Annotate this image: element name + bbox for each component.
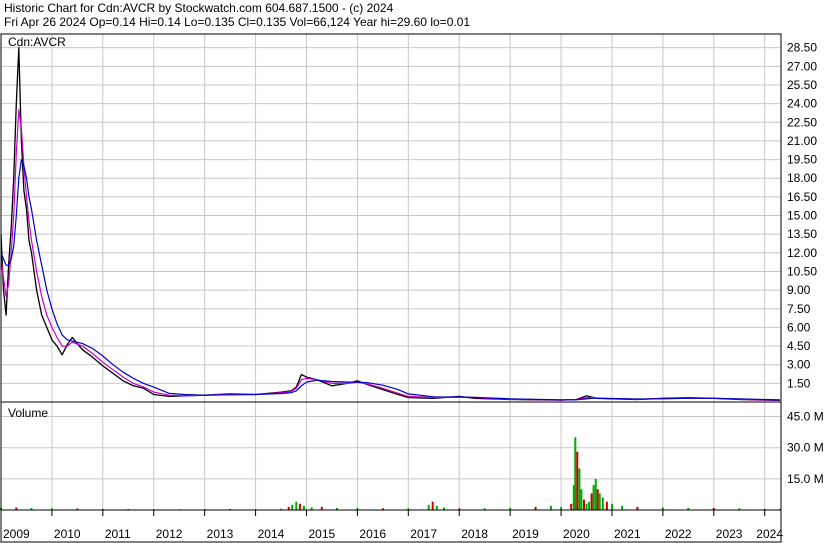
price-y-tick-label: 10.50 xyxy=(787,264,817,278)
price-y-ticks: 1.50 3.00 4.50 6.00 7.50 9.00 10.50 12.00 13.50 1… xyxy=(787,41,817,391)
price-y-tick-label: 3.00 xyxy=(787,358,811,372)
volume-panel-border xyxy=(0,401,782,511)
price-y-tick-label: 28.50 xyxy=(787,41,817,55)
x-tick-label: 2015 xyxy=(308,527,335,541)
x-tick-label: 2013 xyxy=(207,527,234,541)
volume-bars xyxy=(0,437,781,510)
volume-panel-label: Volume xyxy=(8,406,48,420)
volume-grid xyxy=(1,402,781,510)
price-y-tick-label: 16.50 xyxy=(787,190,817,204)
volume-bar xyxy=(580,489,583,510)
volume-y-ticks: 15.0 M 30.0 M 45.0 M xyxy=(787,410,824,486)
volume-bar xyxy=(598,493,601,510)
price-y-tick-label: 1.50 xyxy=(787,376,811,390)
volume-bar xyxy=(298,503,301,510)
volume-bar xyxy=(291,504,294,510)
chart-frame: Historic Chart for Cdn:AVCR by Stockwatc… xyxy=(0,0,830,543)
volume-bar xyxy=(621,505,624,510)
x-tick-label: 2011 xyxy=(105,527,131,541)
volume-bar xyxy=(583,499,585,510)
price-y-tick-label: 22.50 xyxy=(787,115,817,129)
volume-y-tick-label: 30.0 M xyxy=(787,441,824,455)
x-tick-label: 2009 xyxy=(3,527,30,541)
volume-bar xyxy=(596,489,599,510)
volume-bar xyxy=(427,504,430,510)
volume-bar xyxy=(588,501,591,510)
volume-bar xyxy=(570,503,573,510)
x-tick-label: 2022 xyxy=(665,527,692,541)
price-y-tick-label: 13.50 xyxy=(787,227,817,241)
volume-bar xyxy=(592,485,595,510)
volume-bar xyxy=(431,501,434,510)
x-tick-label: 2018 xyxy=(461,527,488,541)
price-y-tick-label: 15.00 xyxy=(787,209,817,223)
price-y-tick-label: 19.50 xyxy=(787,153,817,167)
volume-bar xyxy=(605,501,608,510)
price-y-tick-label: 4.50 xyxy=(787,339,811,353)
volume-y-tick-label: 15.0 M xyxy=(787,472,824,486)
price-y-tick-label: 9.00 xyxy=(787,283,811,297)
volume-bar xyxy=(585,503,588,510)
x-axis-ticks: 2009 2010 2011 2012 2013 2014 2015 2016 2017 2018… xyxy=(0,510,783,541)
volume-bar xyxy=(590,493,593,510)
volume-bar xyxy=(594,478,597,510)
price-y-tick-label: 6.00 xyxy=(787,320,811,334)
price-panel-label: Cdn:AVCR xyxy=(8,35,66,49)
price-y-tick-label: 18.00 xyxy=(787,171,817,185)
x-tick-label: 2023 xyxy=(716,527,743,541)
price-y-tick-label: 21.00 xyxy=(787,134,817,148)
price-y-tick-label: 7.50 xyxy=(787,302,811,316)
price-panel-border xyxy=(0,33,782,403)
volume-bar xyxy=(435,505,438,510)
x-tick-label: 2019 xyxy=(512,527,539,541)
volume-bar xyxy=(578,468,581,510)
x-tick-label: 2010 xyxy=(54,527,81,541)
x-tick-label: 2021 xyxy=(614,527,641,541)
volume-bar xyxy=(576,451,579,510)
volume-bar xyxy=(574,437,577,510)
price-y-tick-label: 27.00 xyxy=(787,59,817,73)
volume-bar xyxy=(601,497,604,510)
volume-y-tick-label: 45.0 M xyxy=(787,410,824,424)
x-tick-label: 2017 xyxy=(410,527,437,541)
stock-chart: 1.50 3.00 4.50 6.00 7.50 9.00 10.50 12.00 13.50 1… xyxy=(0,33,824,543)
volume-bar xyxy=(549,505,552,510)
x-tick-label: 2020 xyxy=(563,527,590,541)
price-y-tick-label: 12.00 xyxy=(787,246,817,260)
x-tick-label: 2024 xyxy=(756,527,783,541)
volume-bar xyxy=(611,503,613,510)
volume-bar xyxy=(302,505,305,510)
x-tick-label: 2012 xyxy=(156,527,183,541)
price-y-tick-label: 24.00 xyxy=(787,97,817,111)
x-tick-label: 2014 xyxy=(258,527,285,541)
price-y-tick-label: 25.50 xyxy=(787,78,817,92)
x-tick-label: 2016 xyxy=(359,527,386,541)
price-grid xyxy=(1,34,781,402)
volume-bar xyxy=(295,501,298,510)
